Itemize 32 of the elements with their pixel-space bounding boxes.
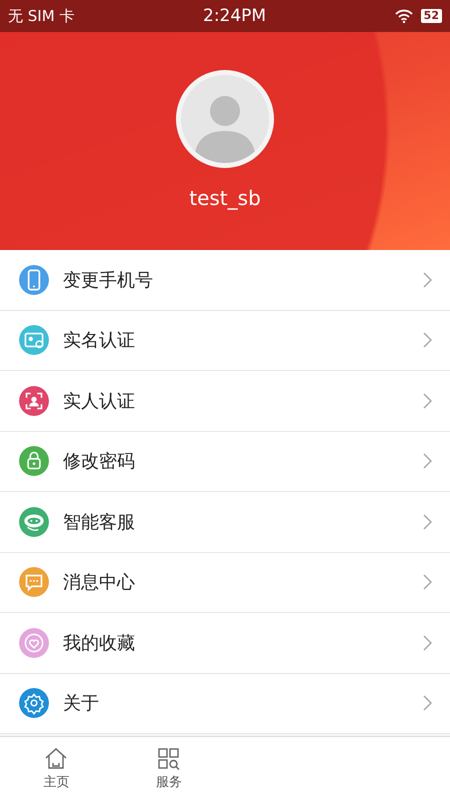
menu-item[interactable]: 我的收藏 [0,613,450,674]
menu-label: 关于 [63,692,100,716]
battery-level: 52 [420,9,442,23]
menu-label: 消息中心 [63,571,136,594]
menu-label: 修改密码 [63,450,136,474]
chevron-icon [423,574,432,590]
chevron-icon [423,634,432,651]
chevron-icon [423,514,432,530]
search-grid-icon [156,746,182,770]
tab[interactable]: 服务 [112,737,225,800]
menu-item[interactable]: 实人认证 [0,371,450,432]
carrier-text: 无 SIM 卡 [8,6,74,26]
chevron-icon [423,453,432,470]
chevron-icon [423,695,432,712]
menu-item[interactable]: 修改密码 [0,432,450,492]
menu-item[interactable]: 消息中心 [0,552,450,613]
menu-label: 实名认证 [63,329,136,352]
menu-item[interactable]: 变更手机号 [0,250,450,310]
menu-label: 智能客服 [63,510,136,534]
menu-label: 实人认证 [63,390,136,413]
tab[interactable]: 主页 [0,737,112,800]
time-text: 2:24PM [203,6,266,26]
menu-item[interactable]: 关于 [0,674,450,734]
chevron-icon [423,272,432,288]
menu-item[interactable]: 实名认证 [0,310,450,371]
wifi-icon [394,9,413,23]
menu-label: 我的收藏 [63,632,136,655]
menu-label: 变更手机号 [63,268,154,292]
menu-item[interactable]: 智能客服 [0,492,450,552]
username: test_sb [189,186,261,210]
chevron-icon [423,332,432,348]
chevron-icon [423,392,432,409]
